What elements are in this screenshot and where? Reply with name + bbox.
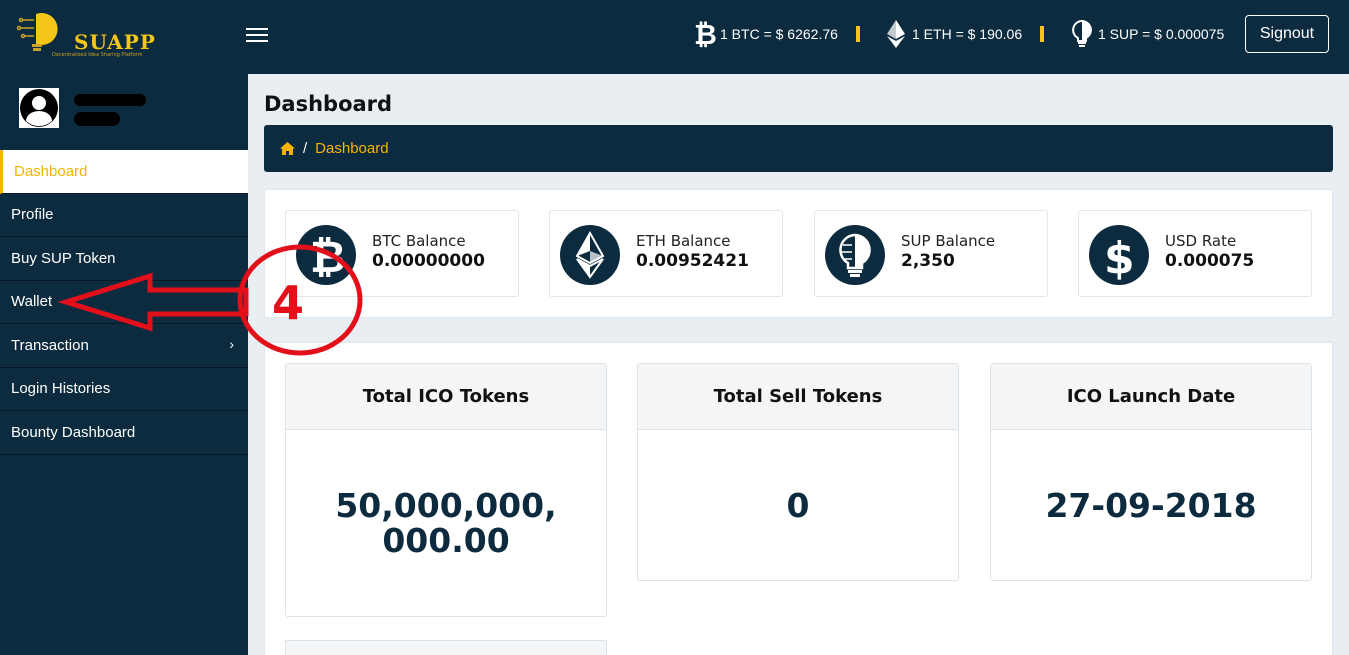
page-title: Dashboard <box>264 92 393 116</box>
sidebar-item-label: Bounty Dashboard <box>11 423 136 441</box>
sidebar-item-profile[interactable]: Profile <box>0 194 248 237</box>
stat-value-line: 000.00 <box>382 521 510 560</box>
stat-value: 27-09-2018 <box>1045 485 1257 525</box>
sidebar-item-label: Transaction <box>11 336 89 354</box>
balance-label: USD Rate <box>1165 232 1237 250</box>
sidebar-item-label: Wallet <box>11 293 53 311</box>
sup-bulb-icon <box>1072 19 1092 47</box>
ico-launch-date-card: ICO Launch Date 27-09-2018 <box>990 363 1312 581</box>
eth-balance-card: ETH Balance 0.00952421 <box>549 210 783 297</box>
ethereum-icon <box>560 225 620 285</box>
dollar-icon: $ <box>1089 225 1149 285</box>
bitcoin-icon: ₿ <box>296 225 356 285</box>
btc-balance-card: ₿ BTC Balance 0.00000000 <box>285 210 519 297</box>
logo-bulb-icon <box>16 13 58 51</box>
breadcrumb-separator: / <box>303 140 308 157</box>
sidebar-item-login-histories[interactable]: Login Histories <box>0 368 248 411</box>
btc-rate: 1 BTC = $ 6262.76 <box>720 26 838 42</box>
menu-toggle-icon[interactable] <box>246 28 268 44</box>
logo-text: SUAPP <box>74 30 156 54</box>
sidebar-item-dashboard[interactable]: Dashboard <box>0 150 248 194</box>
chevron-right-icon: › <box>229 336 234 352</box>
sidebar-nav: Dashboard Profile Buy SUP Token Wallet T… <box>0 150 248 455</box>
sidebar: Dashboard Profile Buy SUP Token Wallet T… <box>0 74 248 655</box>
stat-value: 50,000,000, 000.00 <box>286 430 606 616</box>
sidebar-item-transaction[interactable]: Transaction › <box>0 324 248 368</box>
stat-value-line: 50,000,000, <box>335 486 557 525</box>
svg-text:₿: ₿ <box>694 19 716 49</box>
sidebar-item-wallet[interactable]: Wallet <box>0 281 248 324</box>
total-ico-tokens-card: Total ICO Tokens 50,000,000, 000.00 <box>285 363 607 617</box>
sup-ticker: 1 SUP = $ 0.000075 <box>1070 18 1224 50</box>
signout-button[interactable]: Signout <box>1245 15 1329 53</box>
balance-label: BTC Balance <box>372 232 466 250</box>
balance-value: 0.00000000 <box>372 251 485 271</box>
balance-panel: ₿ BTC Balance 0.00000000 ETH Balance 0.0… <box>264 189 1333 318</box>
logo-tagline: Decentralized Idea Sharing Platform <box>52 52 143 58</box>
balance-label: ETH Balance <box>636 232 731 250</box>
balance-value: 2,350 <box>901 251 955 271</box>
btc-ticker: ₿ 1 BTC = $ 6262.76 <box>692 18 838 50</box>
top-bar: SUAPP Decentralized Idea Sharing Platfor… <box>0 0 1349 74</box>
balance-value: 0.00952421 <box>636 251 749 271</box>
svg-text:$: $ <box>1104 233 1135 284</box>
ticker-divider <box>1040 26 1044 42</box>
suapp-logo[interactable]: SUAPP Decentralized Idea Sharing Platfor… <box>16 10 166 58</box>
ticker-divider <box>856 26 860 42</box>
avatar[interactable] <box>19 88 59 128</box>
main-content: Dashboard / Dashboard ₿ BTC Balance 0.00… <box>248 74 1349 655</box>
stat-card-partial <box>285 640 607 655</box>
stat-title: Total Sell Tokens <box>638 364 958 430</box>
user-avatar-icon <box>20 89 58 127</box>
stat-title: ICO Launch Date <box>991 364 1311 430</box>
sup-bulb-icon <box>825 225 885 285</box>
redacted-username <box>74 94 146 106</box>
sidebar-item-label: Profile <box>11 206 54 224</box>
breadcrumb-current[interactable]: Dashboard <box>315 140 388 157</box>
sup-balance-card: SUP Balance 2,350 <box>814 210 1048 297</box>
redacted-email <box>74 112 120 126</box>
stats-panel: Total ICO Tokens 50,000,000, 000.00 Tota… <box>264 342 1333 655</box>
stat-title: Total ICO Tokens <box>286 364 606 430</box>
total-sell-tokens-card: Total Sell Tokens 0 <box>637 363 959 581</box>
sidebar-item-label: Dashboard <box>14 162 88 180</box>
balance-label: SUP Balance <box>901 232 996 250</box>
sidebar-item-label: Login Histories <box>11 380 111 398</box>
home-icon[interactable] <box>280 142 295 155</box>
balance-value: 0.000075 <box>1165 251 1255 271</box>
eth-rate: 1 ETH = $ 190.06 <box>912 26 1023 42</box>
breadcrumb: / Dashboard <box>264 125 1333 172</box>
usd-rate-card: $ USD Rate 0.000075 <box>1078 210 1312 297</box>
stat-value: 0 <box>786 485 810 525</box>
ethereum-icon <box>887 20 905 48</box>
sup-rate: 1 SUP = $ 0.000075 <box>1098 26 1225 42</box>
sidebar-item-label: Buy SUP Token <box>11 249 116 267</box>
sidebar-item-buy-sup-token[interactable]: Buy SUP Token <box>0 237 248 281</box>
svg-text:₿: ₿ <box>310 232 346 283</box>
eth-ticker: 1 ETH = $ 190.06 <box>884 18 1022 50</box>
bitcoin-icon: ₿ <box>694 19 716 49</box>
sidebar-item-bounty-dashboard[interactable]: Bounty Dashboard <box>0 411 248 455</box>
